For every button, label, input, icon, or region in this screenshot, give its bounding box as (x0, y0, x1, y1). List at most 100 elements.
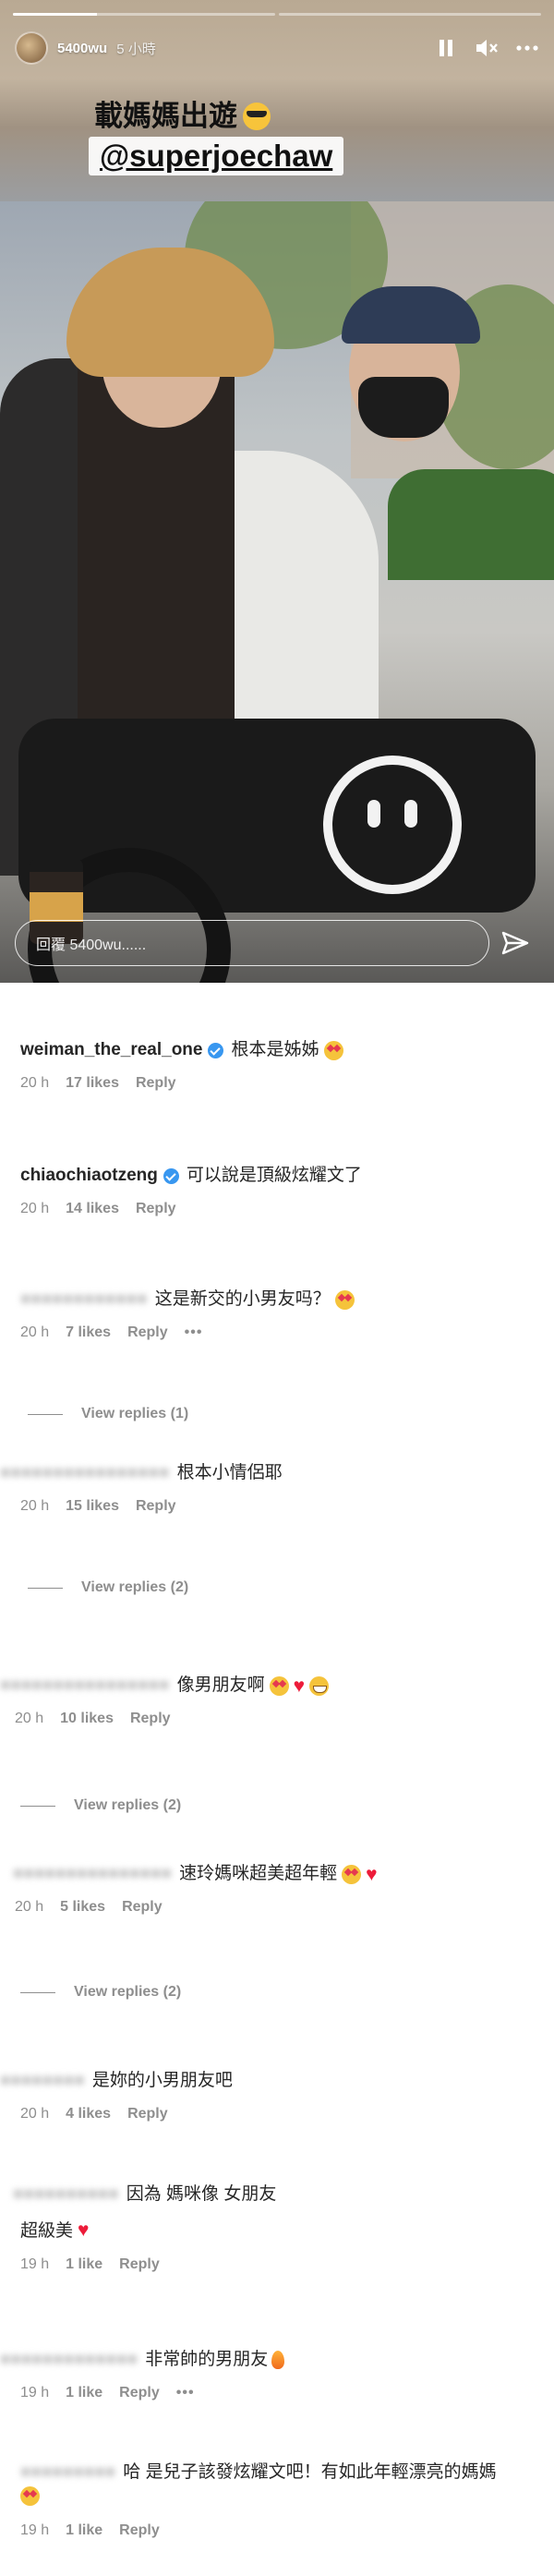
comment-username[interactable]: weiman_the_real_one (20, 1038, 202, 1062)
progress-segment (279, 13, 541, 16)
more-options-icon[interactable] (515, 36, 539, 60)
story-viewer: 5400wu 5 小時 載媽媽出遊 @superjoechaw 回覆 5400w… (0, 0, 554, 983)
comment-time: 19 h (20, 2522, 50, 2538)
comment-time: 20 h (20, 1075, 50, 1091)
comment-username-blurred[interactable]: ■■■■■■■■■■ (13, 2183, 119, 2207)
comment-likes[interactable]: 4 likes (66, 2106, 111, 2122)
reply-button[interactable]: Reply (127, 1324, 168, 1341)
comment: ■■■■■■■■ 是妳的小男朋友吧 20 h 4 likes Reply (0, 2069, 554, 2122)
comment-username-blurred[interactable]: ■■■■■■■■■■■■ (20, 1288, 148, 1312)
comment-more-button[interactable]: ••• (185, 1324, 203, 1341)
view-replies-button[interactable]: View replies (1) (28, 1406, 188, 1422)
comment-likes[interactable]: 1 like (66, 2522, 102, 2539)
replies-divider (20, 1991, 55, 1993)
avatar[interactable] (15, 31, 48, 65)
comment-username-blurred[interactable]: ■■■■■■■■■ (20, 2461, 115, 2485)
reply-button[interactable]: Reply (122, 1899, 163, 1916)
mute-icon[interactable] (475, 36, 499, 60)
comment-username-blurred[interactable]: ■■■■■■■■■■■■■■■■ (0, 1674, 170, 1698)
verified-badge-icon (208, 1042, 224, 1058)
story-username[interactable]: 5400wu (57, 41, 107, 56)
verified-badge-icon (163, 1167, 179, 1184)
comment-more-button[interactable]: ••• (176, 2385, 195, 2401)
comment-time: 19 h (20, 2385, 50, 2401)
reply-button[interactable]: Reply (136, 1498, 176, 1515)
mention-sticker[interactable]: @superjoechaw (89, 137, 344, 175)
reply-placeholder: 回覆 5400wu...... (36, 937, 147, 953)
reply-button[interactable]: Reply (127, 2106, 168, 2122)
comment-likes[interactable]: 17 likes (66, 1075, 119, 1092)
comment-likes[interactable]: 10 likes (60, 1711, 114, 1727)
view-replies-label: View replies (2) (74, 1984, 182, 2000)
grinning-emoji-icon (309, 1675, 330, 1696)
story-caption: 載媽媽出遊 (94, 92, 271, 134)
comment-text: 根本是姊姊 (231, 1040, 319, 1059)
reply-button[interactable]: Reply (119, 2385, 160, 2401)
comment-username-blurred[interactable]: ■■■■■■■■■■■■■ (0, 2348, 138, 2372)
comment: ■■■■■■■■■ 哈 是兒子該發炫耀文吧！有如此年輕漂亮的媽媽 19 h 1 … (20, 2461, 554, 2539)
comment-time: 20 h (15, 1711, 44, 1726)
story-reply-input[interactable]: 回覆 5400wu...... (15, 920, 489, 966)
comment-time: 19 h (20, 2256, 50, 2272)
send-icon[interactable] (500, 928, 530, 958)
boy-mask (358, 377, 449, 438)
comment-likes[interactable]: 1 like (66, 2385, 102, 2401)
red-heart-emoji-icon: ♥ (293, 1675, 306, 1697)
fire-emoji-icon (271, 2351, 285, 2369)
view-replies-label: View replies (2) (81, 1579, 189, 1595)
comment-text: 速玲媽咪超美超年輕 (179, 1864, 338, 1883)
heart-eyes-emoji-icon (269, 1675, 289, 1696)
view-replies-button[interactable]: View replies (2) (28, 1579, 188, 1596)
comment-username-blurred[interactable]: ■■■■■■■■■■■■■■■ (13, 1862, 172, 1886)
story-header: 5400wu 5 小時 (15, 30, 539, 67)
comment-text: 可以說是頂級炫耀文了 (186, 1166, 362, 1185)
comment-text-continued: 超級美 (20, 2221, 74, 2241)
reply-button[interactable]: Reply (119, 2522, 160, 2539)
heart-eyes-emoji-icon (20, 2486, 40, 2506)
heart-eyes-emoji-icon (323, 1040, 343, 1060)
view-replies-button[interactable]: View replies (2) (20, 1797, 181, 1814)
comment: ■■■■■■■■■■■■■■■■ 根本小情侶耶 20 h 15 likes Re… (0, 1461, 554, 1515)
comment-text: 非常帥的男朋友 (145, 2350, 269, 2369)
view-replies-label: View replies (2) (74, 1797, 182, 1813)
comment-username-blurred[interactable]: ■■■■■■■■■■■■■■■■ (0, 1461, 170, 1485)
red-heart-emoji-icon: ♥ (78, 2219, 90, 2241)
smiley-logo-icon (323, 756, 462, 894)
replies-divider (28, 1587, 63, 1589)
comment: chiaochiaotzeng 可以說是頂級炫耀文了 20 h 14 likes… (20, 1164, 554, 1217)
comment-text: 因為 媽咪像 女朋友 (126, 2184, 277, 2204)
pause-icon[interactable] (434, 36, 458, 60)
reply-button[interactable]: Reply (119, 2256, 160, 2273)
comment-time: 20 h (20, 1498, 50, 1514)
reply-button[interactable]: Reply (130, 1711, 171, 1727)
heart-eyes-emoji-icon (342, 1864, 362, 1884)
comment-emoji-line (20, 2486, 554, 2508)
red-heart-emoji-icon: ♥ (366, 1863, 378, 1885)
comment-likes[interactable]: 15 likes (66, 1498, 119, 1515)
comment-username[interactable]: chiaochiaotzeng (20, 1164, 158, 1188)
comment-username-blurred[interactable]: ■■■■■■■■ (0, 2069, 85, 2093)
view-replies-button[interactable]: View replies (2) (20, 1984, 181, 2001)
progress-segment (13, 13, 275, 16)
background-bush (388, 469, 554, 580)
progress-fill (13, 13, 97, 16)
comment-text: 是妳的小男朋友吧 (91, 2071, 233, 2090)
comment-likes[interactable]: 14 likes (66, 1201, 119, 1217)
comment-text: 像男朋友啊 (176, 1675, 265, 1695)
comment-likes[interactable]: 7 likes (66, 1324, 111, 1341)
view-replies-label: View replies (1) (81, 1406, 189, 1421)
comment-likes[interactable]: 1 like (66, 2256, 102, 2273)
replies-divider (28, 1413, 63, 1415)
comment-text: 根本小情侶耶 (176, 1463, 283, 1482)
comment-text: 哈 是兒子該發炫耀文吧！有如此年輕漂亮的媽媽 (123, 2462, 497, 2482)
reply-button[interactable]: Reply (136, 1075, 176, 1092)
comment-text: 这是新交的小男友吗？ (154, 1289, 331, 1309)
replies-divider (20, 1805, 55, 1807)
comment-text-line2: 超級美 ♥ (20, 2219, 554, 2243)
comment: ■■■■■■■■■■■■■ 非常帥的男朋友 19 h 1 like Reply … (0, 2348, 554, 2401)
sunglasses-emoji-icon (243, 103, 271, 130)
comment: ■■■■■■■■■■■■■■■■ 像男朋友啊 ♥ 20 h 10 likes Re… (0, 1674, 554, 1727)
comment-likes[interactable]: 5 likes (60, 1899, 105, 1916)
story-progress-bar (13, 13, 541, 16)
reply-button[interactable]: Reply (136, 1201, 176, 1217)
